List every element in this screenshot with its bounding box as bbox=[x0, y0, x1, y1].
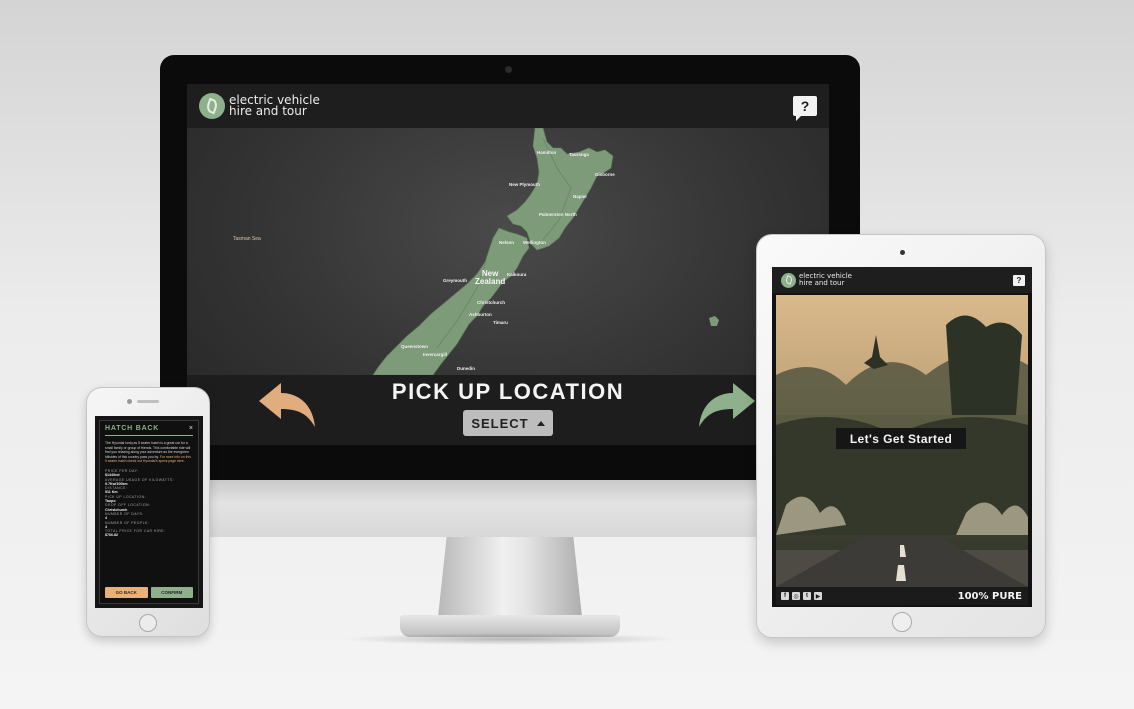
country-label-line-2: Zealand bbox=[475, 277, 506, 286]
spec-value: $766.82 bbox=[105, 533, 118, 538]
modal-actions: GO BACK CONFIRM bbox=[105, 587, 193, 598]
home-button[interactable] bbox=[139, 614, 157, 632]
go-back-button[interactable]: GO BACK bbox=[105, 587, 148, 598]
city-label[interactable]: Ashburton bbox=[469, 312, 492, 317]
imac-chin bbox=[160, 480, 860, 537]
tablet-screen: electric vehicle hire and tour ? Let's G… bbox=[772, 267, 1032, 607]
desktop-screen: electric vehicle hire and tour ? Tasman … bbox=[187, 84, 829, 445]
mobile-screen: HATCH BACK × The Hyundai Ioniq as 5 seat… bbox=[95, 416, 203, 608]
city-label[interactable]: Wellington bbox=[523, 240, 546, 245]
city-label[interactable]: Christchurch bbox=[477, 300, 505, 305]
camera-icon bbox=[900, 250, 905, 255]
imac-stand bbox=[438, 537, 582, 617]
imac-shadow bbox=[340, 633, 680, 645]
spec-list: PRICE PER DAY: $144/hot AVERAGE USAGE OF… bbox=[105, 469, 193, 538]
leaf-logo-icon[interactable] bbox=[781, 272, 796, 288]
city-label[interactable]: Tauranga bbox=[569, 152, 589, 157]
location-bar: PICK UP LOCATION SELECT bbox=[187, 375, 829, 445]
confirm-button[interactable]: CONFIRM bbox=[150, 587, 193, 598]
brand-line-2: hire and tour bbox=[229, 104, 307, 118]
select-label: SELECT bbox=[471, 415, 529, 431]
city-label[interactable]: Palmerston North bbox=[539, 212, 577, 217]
help-button[interactable]: ? bbox=[793, 96, 817, 121]
home-button[interactable] bbox=[892, 612, 912, 632]
leaf-logo-icon[interactable] bbox=[199, 93, 225, 119]
help-button[interactable]: ? bbox=[1013, 275, 1025, 286]
app-header: electric vehicle hire and tour ? bbox=[772, 267, 1032, 293]
location-select-button[interactable]: SELECT bbox=[463, 410, 553, 436]
modal-description: The Hyundai Ioniq as 5 seater hatch is a… bbox=[105, 441, 193, 464]
city-label[interactable]: Greymouth bbox=[443, 278, 467, 283]
city-label[interactable]: Dunedin bbox=[457, 366, 475, 371]
imac-bezel: electric vehicle hire and tour ? Tasman … bbox=[160, 55, 860, 480]
nz-map[interactable]: Tasman Sea New Zealand Hamilton Tauranga… bbox=[187, 127, 829, 376]
city-label[interactable]: Queenstown bbox=[401, 344, 428, 349]
app-header: electric vehicle hire and tour ? bbox=[187, 84, 829, 128]
modal-header: HATCH BACK × bbox=[105, 425, 193, 436]
imac-device: electric vehicle hire and tour ? Tasman … bbox=[160, 55, 860, 645]
youtube-icon[interactable]: ▶ bbox=[814, 592, 822, 600]
city-label[interactable]: Hamilton bbox=[537, 150, 556, 155]
car-details-modal: HATCH BACK × The Hyundai Ioniq as 5 seat… bbox=[99, 420, 199, 604]
city-label[interactable]: Timaru bbox=[493, 320, 508, 325]
next-arrow-icon[interactable] bbox=[697, 381, 757, 427]
country-label: New Zealand bbox=[475, 270, 505, 286]
camera-icon bbox=[127, 399, 132, 404]
city-label[interactable]: Invercargill bbox=[423, 352, 447, 357]
nz-pure-badge: 100% PURE bbox=[957, 590, 1022, 602]
city-label[interactable]: Nelson bbox=[499, 240, 514, 245]
caret-up-icon bbox=[536, 420, 545, 426]
sea-label: Tasman Sea bbox=[233, 236, 261, 242]
instagram-icon[interactable]: ◎ bbox=[792, 592, 800, 600]
city-label[interactable]: Gisborne bbox=[595, 172, 615, 177]
brand-name[interactable]: electric vehicle hire and tour bbox=[799, 273, 852, 287]
iphone-device: HATCH BACK × The Hyundai Ioniq as 5 seat… bbox=[86, 387, 210, 637]
city-label[interactable]: Napier bbox=[573, 194, 587, 199]
hero-image: Let's Get Started bbox=[776, 295, 1028, 587]
get-started-button[interactable]: Let's Get Started bbox=[836, 428, 966, 449]
camera-icon bbox=[505, 66, 512, 73]
ipad-device: electric vehicle hire and tour ? Let's G… bbox=[756, 234, 1046, 638]
app-footer: f ◎ t ▶ 100% PURE bbox=[776, 587, 1028, 605]
brand-name[interactable]: electric vehicle hire and tour bbox=[229, 94, 320, 118]
city-label[interactable]: New Plymouth bbox=[509, 182, 540, 187]
brand-line-2: hire and tour bbox=[799, 279, 845, 287]
speaker-grille bbox=[137, 400, 159, 403]
twitter-icon[interactable]: t bbox=[803, 592, 811, 600]
map-graphic bbox=[372, 127, 719, 376]
facebook-icon[interactable]: f bbox=[781, 592, 789, 600]
modal-title: HATCH BACK bbox=[105, 425, 160, 432]
close-icon[interactable]: × bbox=[189, 425, 193, 432]
city-label[interactable]: Kaikoura bbox=[507, 272, 526, 277]
